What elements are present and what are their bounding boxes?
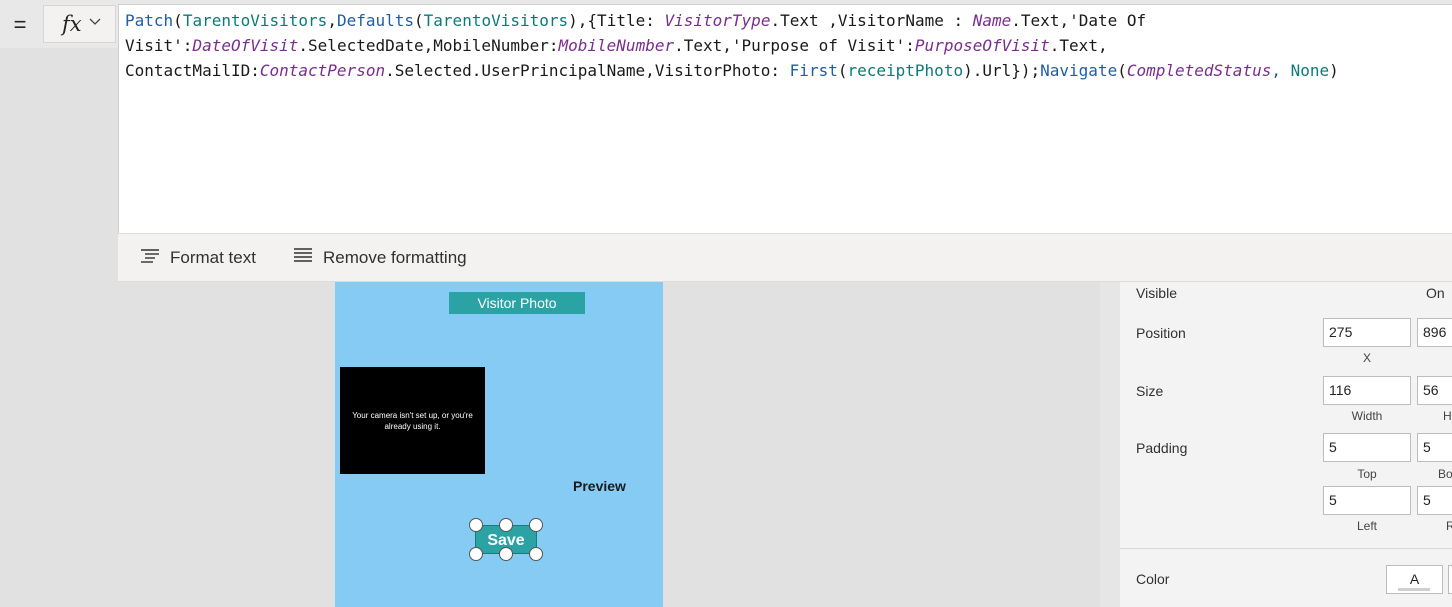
- visitor-photo-label[interactable]: Visitor Photo: [449, 292, 585, 314]
- color-swatch-letter: A: [1409, 571, 1420, 587]
- x-sublabel: X: [1362, 351, 1371, 365]
- formula-token: VisitorType: [664, 11, 771, 30]
- property-selector-equals[interactable]: =: [8, 10, 32, 40]
- position-label: Position: [1136, 325, 1186, 341]
- visible-label: Visible: [1136, 285, 1177, 301]
- height-input[interactable]: 56: [1417, 376, 1452, 405]
- resize-handle[interactable]: [529, 518, 543, 532]
- left-sublabel: Left: [1356, 519, 1377, 533]
- formula-token: CompletedStatus: [1126, 61, 1272, 80]
- resize-handle[interactable]: [499, 518, 513, 532]
- formula-token: ): [1329, 61, 1339, 80]
- color-label: Color: [1136, 571, 1170, 587]
- formula-token: Patch: [125, 11, 174, 30]
- fx-label: fx: [62, 12, 82, 36]
- panel-splitter[interactable]: [1100, 282, 1120, 607]
- formula-token: Visit':: [125, 36, 193, 55]
- formula-token: ).Url});: [963, 61, 1041, 80]
- formula-line[interactable]: Patch(TarentoVisitors,Defaults(TarentoVi…: [125, 8, 1451, 33]
- remove-formatting-label: Remove formatting: [323, 248, 467, 267]
- format-text-button[interactable]: Format text: [140, 244, 256, 272]
- formula-token: ,: [327, 11, 337, 30]
- format-text-icon: [140, 248, 170, 269]
- formula-token: Navigate: [1040, 61, 1118, 80]
- formula-editor[interactable]: Patch(TarentoVisitors,Defaults(TarentoVi…: [118, 4, 1452, 233]
- formula-line[interactable]: ContactMailID:ContactPerson.Selected.Use…: [125, 58, 1451, 83]
- width-sublabel: Width: [1351, 409, 1383, 423]
- padding-top-input[interactable]: 5: [1323, 433, 1411, 462]
- formula-token: (: [414, 11, 424, 30]
- formula-token: ContactMailID:: [125, 61, 260, 80]
- formula-token: (: [1117, 61, 1127, 80]
- width-input[interactable]: 116: [1323, 376, 1411, 405]
- formula-token: PurposeOfVisit: [914, 36, 1050, 55]
- formula-token: (: [173, 11, 183, 30]
- remove-formatting-icon: [293, 247, 323, 270]
- formula-token: .Selected.UserPrincipalName,VisitorPhoto…: [385, 61, 790, 80]
- formula-token: .Text,'Date Of: [1011, 11, 1147, 30]
- right-sublabel: R: [1446, 519, 1452, 533]
- formula-token: ),{Title:: [568, 11, 665, 30]
- padding-right-input[interactable]: 5: [1417, 486, 1452, 515]
- padding-left-input[interactable]: 5: [1323, 486, 1411, 515]
- top-sublabel: Top: [1357, 467, 1377, 481]
- size-label: Size: [1136, 383, 1164, 399]
- formula-token: .Text,: [1049, 36, 1108, 55]
- resize-handle[interactable]: [469, 547, 483, 561]
- bottom-sublabel: Bo: [1438, 467, 1452, 481]
- resize-handle[interactable]: [499, 547, 513, 561]
- formula-token: receiptPhoto: [847, 61, 964, 80]
- position-x-input[interactable]: 275: [1323, 318, 1411, 347]
- padding-label: Padding: [1136, 440, 1188, 456]
- formula-line[interactable]: Visit':DateOfVisit.SelectedDate,MobileNu…: [125, 33, 1451, 58]
- formula-token: .Text,'Purpose of Visit':: [674, 36, 915, 55]
- color-picker-secondary[interactable]: [1448, 565, 1452, 594]
- camera-message: Your camera isn't set up, or you're alre…: [352, 410, 473, 431]
- formula-token: DateOfVisit: [192, 36, 299, 55]
- resize-handle[interactable]: [529, 547, 543, 561]
- formula-token: None: [1290, 61, 1330, 80]
- formula-token: Defaults: [336, 11, 415, 30]
- formula-token: TarentoVisitors: [182, 11, 328, 30]
- formula-token: TarentoVisitors: [423, 11, 569, 30]
- formula-token: Name: [972, 11, 1012, 30]
- formula-token: First: [789, 61, 838, 80]
- remove-formatting-button[interactable]: Remove formatting: [293, 244, 467, 272]
- section-divider: [1120, 548, 1452, 549]
- chevron-down-icon: [88, 15, 102, 29]
- format-text-label: Format text: [170, 248, 256, 267]
- color-swatch-bar: [1398, 588, 1430, 591]
- format-toolbar: Format text Remove formatting: [118, 233, 1452, 282]
- height-sublabel: H: [1443, 409, 1452, 423]
- camera-control[interactable]: Your camera isn't set up, or you're alre…: [340, 367, 485, 474]
- formula-token: ,: [1271, 61, 1291, 80]
- visible-toggle-value[interactable]: On: [1426, 285, 1445, 301]
- formula-token: ContactPerson: [259, 61, 386, 80]
- app-screen[interactable]: Visitor Photo Your camera isn't set up, …: [335, 282, 663, 607]
- fx-function-button[interactable]: fx: [43, 5, 116, 43]
- formula-token: .Text ,VisitorName :: [770, 11, 973, 30]
- formula-token: MobileNumber: [558, 36, 675, 55]
- preview-label[interactable]: Preview: [573, 478, 626, 494]
- formula-token: .SelectedDate,MobileNumber:: [298, 36, 559, 55]
- formula-code[interactable]: Patch(TarentoVisitors,Defaults(TarentoVi…: [125, 8, 1451, 83]
- resize-handle[interactable]: [469, 518, 483, 532]
- padding-bottom-input[interactable]: 5: [1417, 433, 1452, 462]
- position-y-input[interactable]: 896: [1417, 318, 1452, 347]
